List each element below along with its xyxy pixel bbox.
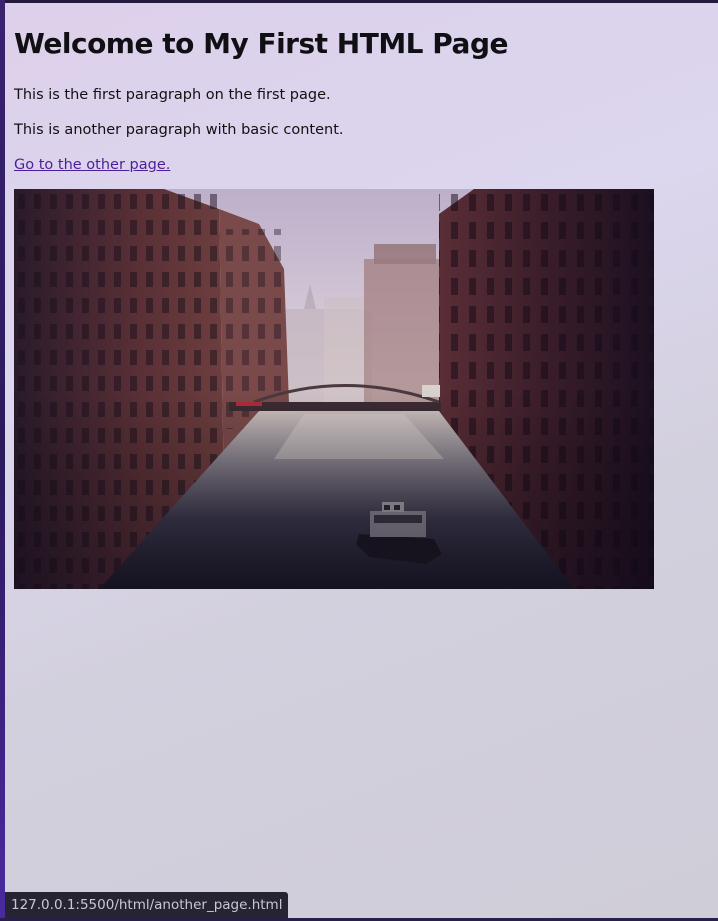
canal-photo	[14, 189, 654, 589]
browser-viewport: Welcome to My First HTML Page This is th…	[5, 3, 718, 918]
other-page-link[interactable]: Go to the other page.	[14, 157, 170, 173]
page-title: Welcome to My First HTML Page	[14, 27, 508, 60]
second-paragraph: This is another paragraph with basic con…	[14, 122, 344, 138]
first-paragraph: This is the first paragraph on the first…	[14, 87, 331, 103]
link-preview-status-bar: 127.0.0.1:5500/html/another_page.html	[5, 892, 289, 918]
